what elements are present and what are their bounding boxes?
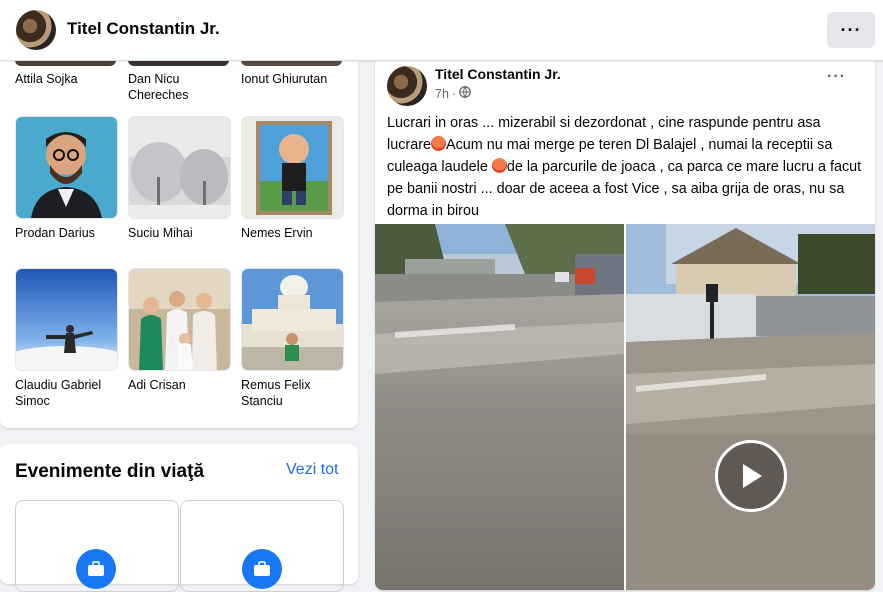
- angry-face-emoji: [491, 158, 507, 173]
- friend-item[interactable]: Suciu Mihai: [128, 116, 231, 241]
- post-options-button[interactable]: ···: [827, 68, 846, 86]
- life-events-title: Evenimente din viaţă: [15, 461, 205, 482]
- post-meta: 7h ·: [435, 86, 471, 101]
- life-events-card: Evenimente din viaţă Vezi tot: [0, 444, 358, 592]
- friend-item[interactable]: Claudiu Gabriel Simoc: [15, 268, 118, 409]
- friend-name[interactable]: Prodan Darius: [15, 225, 118, 241]
- friends-card: Attila Sojka Dan Nicu Chereches Ionut Gh…: [0, 60, 358, 428]
- briefcase-icon: [76, 549, 116, 589]
- friend-name[interactable]: Claudiu Gabriel Simoc: [15, 377, 118, 409]
- meta-separator: ·: [451, 86, 457, 101]
- angry-face-emoji: [431, 136, 446, 151]
- friend-name[interactable]: Attila Sojka: [15, 71, 118, 87]
- profile-avatar[interactable]: [16, 10, 56, 50]
- friend-photo[interactable]: [241, 116, 344, 219]
- friend-name[interactable]: Remus Felix Stanciu: [241, 377, 344, 409]
- profile-header-bar: Titel Constantin Jr. ···: [0, 0, 883, 61]
- play-icon[interactable]: [715, 440, 787, 512]
- post-author-name[interactable]: Titel Constantin Jr.: [435, 66, 561, 82]
- friend-name[interactable]: Ionut Ghiurutan: [241, 71, 351, 87]
- post-text: Lucrari in oras ... mizerabil si dezordo…: [387, 112, 865, 222]
- briefcase-icon: [242, 549, 282, 589]
- friend-photo[interactable]: [128, 116, 231, 219]
- friend-item[interactable]: Nemes Ervin: [241, 116, 344, 241]
- post-timestamp[interactable]: 7h: [435, 87, 449, 101]
- friend-photo[interactable]: [15, 268, 118, 371]
- friend-photo[interactable]: [128, 268, 231, 371]
- friend-name[interactable]: Nemes Ervin: [241, 225, 344, 241]
- post-author-avatar[interactable]: [387, 66, 427, 106]
- post-card: Titel Constantin Jr. 7h · ··· Lucrari in…: [375, 60, 875, 590]
- friend-item[interactable]: Prodan Darius: [15, 116, 118, 241]
- globe-icon: [459, 86, 471, 101]
- post-video[interactable]: [626, 224, 875, 590]
- post-photo[interactable]: [375, 224, 624, 590]
- friend-name[interactable]: Suciu Mihai: [128, 225, 231, 241]
- friend-name[interactable]: Adi Crisan: [128, 377, 231, 393]
- friend-name[interactable]: Dan Nicu Chereches: [128, 71, 231, 103]
- friend-item[interactable]: Remus Felix Stanciu: [241, 268, 344, 409]
- friend-item[interactable]: Adi Crisan: [128, 268, 231, 393]
- profile-name[interactable]: Titel Constantin Jr.: [67, 19, 220, 39]
- more-options-button[interactable]: ···: [827, 12, 875, 48]
- friend-photo[interactable]: [241, 268, 344, 371]
- friend-photo[interactable]: [15, 116, 118, 219]
- see-all-link[interactable]: Vezi tot: [286, 461, 338, 479]
